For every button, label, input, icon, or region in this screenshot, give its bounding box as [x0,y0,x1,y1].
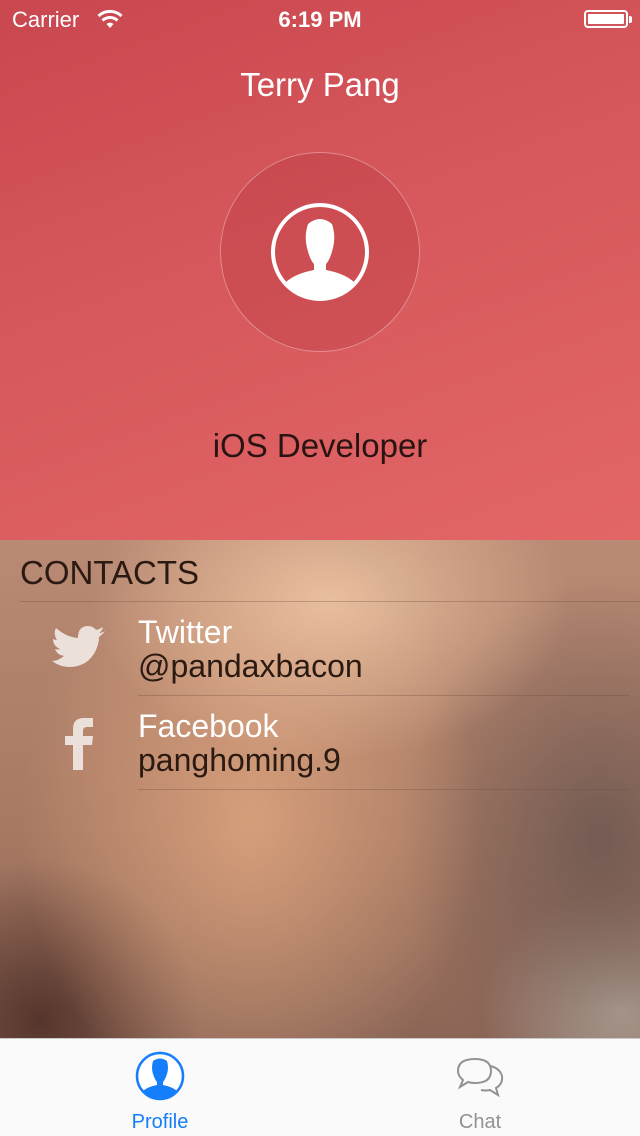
twitter-bird-icon [52,626,105,667]
tab-label-profile: Profile [131,1111,189,1133]
profile-role: iOS Developer [212,427,428,464]
battery-icon [584,10,632,28]
divider [20,601,640,602]
chat-bubbles-icon [456,1057,504,1098]
facebook-f-icon [65,718,93,770]
tab-profile[interactable]: Profile [0,1039,320,1136]
contact-label-facebook: Facebook [138,708,279,744]
profile-screen: Carrier 6:19 PM Terry Pang iOS Developer… [0,0,640,1136]
divider [138,789,630,790]
tab-bar: Profile Chat [0,1038,640,1136]
profile-name: Terry Pang [240,66,400,103]
clock-label: 6:19 PM [278,7,362,32]
contact-handle-twitter: @pandaxbacon [138,648,363,684]
profile-header: Carrier 6:19 PM Terry Pang iOS Developer [0,0,640,540]
tab-chat[interactable]: Chat [320,1039,640,1136]
person-silhouette-icon[interactable] [270,202,370,302]
profile-person-icon [135,1051,185,1101]
contacts-section: CONTACTS Twitter @pandaxbacon Facebook p… [0,540,640,1038]
contact-handle-facebook: panghoming.9 [138,742,341,778]
divider [138,695,630,696]
contact-label-twitter: Twitter [138,614,233,650]
status-bar: Carrier 6:19 PM [0,0,640,40]
contacts-title: CONTACTS [20,554,200,591]
tab-label-chat: Chat [458,1111,502,1133]
